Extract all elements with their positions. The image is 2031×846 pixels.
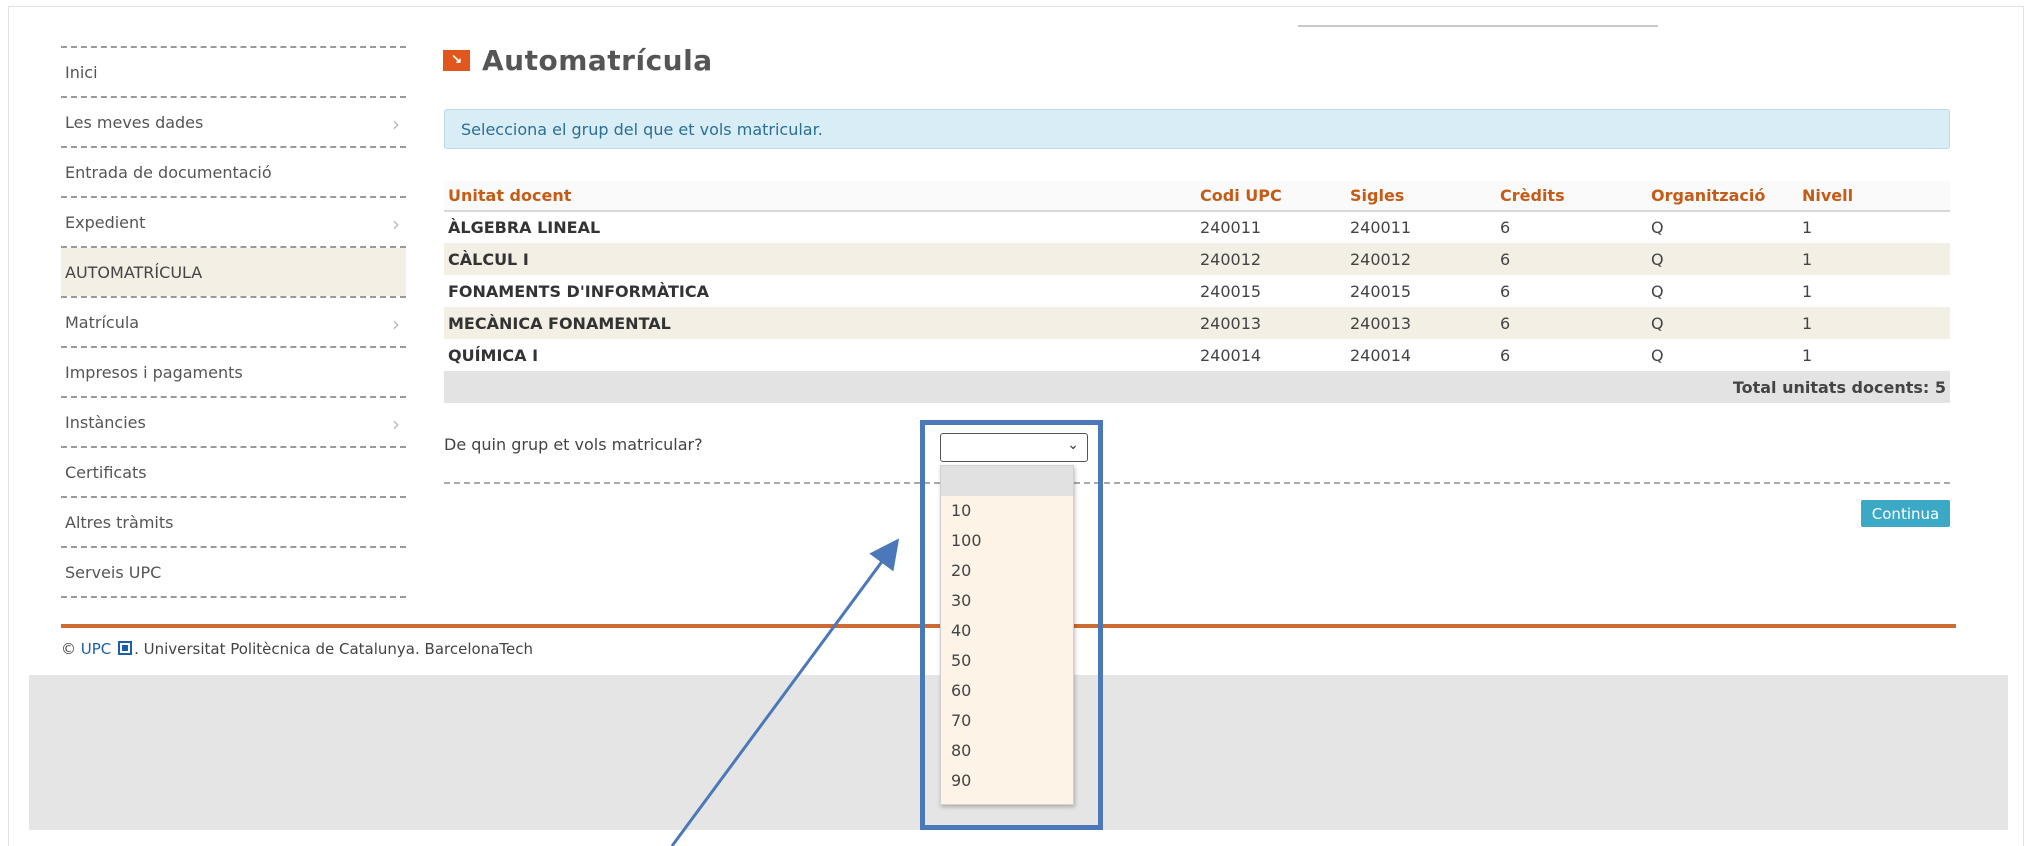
annotation-arrow [670, 538, 900, 846]
